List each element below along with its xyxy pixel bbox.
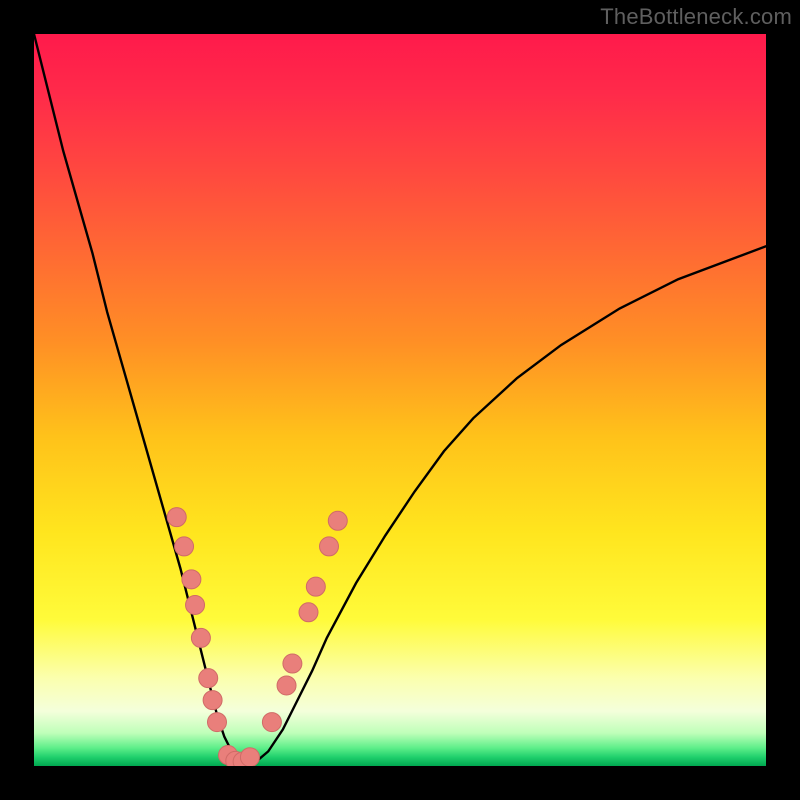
scatter-dot — [199, 669, 218, 688]
scatter-dot — [262, 713, 281, 732]
scatter-dot — [208, 713, 227, 732]
scatter-dot — [306, 577, 325, 596]
scatter-dot — [203, 691, 222, 710]
scatter-dot — [175, 537, 194, 556]
scatter-dot — [283, 654, 302, 673]
watermark-text: TheBottleneck.com — [600, 4, 792, 30]
scatter-dot — [186, 595, 205, 614]
scatter-dot — [320, 537, 339, 556]
scatter-dot — [328, 511, 347, 530]
plot-background — [34, 34, 766, 766]
chart-stage: TheBottleneck.com — [0, 0, 800, 800]
scatter-dot — [277, 676, 296, 695]
chart-svg — [0, 0, 800, 800]
scatter-dot — [191, 628, 210, 647]
scatter-dot — [167, 508, 186, 527]
scatter-dot — [182, 570, 201, 589]
scatter-dot — [240, 748, 259, 767]
scatter-dot — [299, 603, 318, 622]
